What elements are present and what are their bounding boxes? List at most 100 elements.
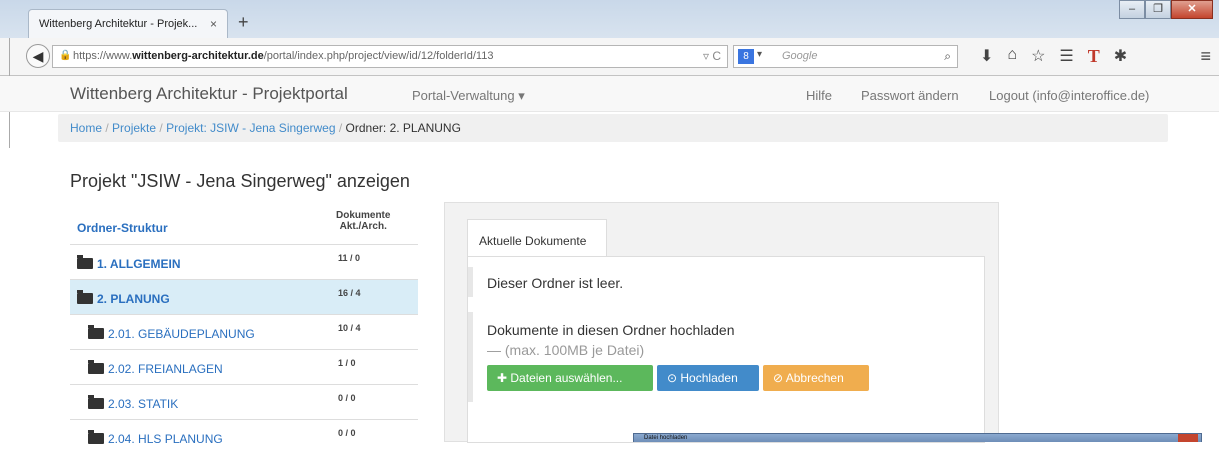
- folder-label-wrap: 2. PLANUNG: [77, 290, 170, 306]
- folder-count: 1 / 0: [338, 358, 356, 368]
- select-files-label: Dateien auswählen...: [510, 371, 623, 385]
- breadcrumb-sep: /: [338, 121, 343, 135]
- cancel-label: Abbrechen: [785, 371, 844, 385]
- folder-count: 10 / 4: [338, 323, 361, 333]
- folder-row[interactable]: 2.02. FREIANLAGEN 1 / 0: [70, 350, 418, 385]
- docs-header: Dokumente: [336, 210, 391, 221]
- search-icon[interactable]: ⌕: [944, 49, 951, 64]
- browser-navbar: ◀ 🔒 https://www.wittenberg-architektur.d…: [0, 38, 1219, 76]
- bookmarks-icon[interactable]: ☰: [1059, 46, 1073, 67]
- portal-admin-menu[interactable]: Portal-Verwaltung ▾: [412, 88, 525, 104]
- upload-title: Dokumente in diesen Ordner hochladen: [487, 322, 735, 338]
- tree-header-label: Ordner-Struktur: [77, 221, 168, 235]
- tab-current-documents[interactable]: Aktuelle Dokumente: [467, 219, 607, 257]
- url-bar[interactable]: 🔒 https://www.wittenberg-architektur.de/…: [52, 45, 728, 68]
- folder-closed-icon: [88, 430, 104, 444]
- lock-icon: 🔒: [59, 50, 72, 61]
- folder-count: 11 / 0: [338, 253, 361, 263]
- folder-row[interactable]: 2.03. STATIK 0 / 0: [70, 385, 418, 420]
- tree-header-docs: Dokumente Akt./Arch.: [336, 210, 390, 232]
- chevron-down-icon[interactable]: ▾: [757, 49, 762, 60]
- documents-content: Dieser Ordner ist leer. Dokumente in die…: [467, 256, 985, 443]
- plus-icon: ✚: [497, 371, 511, 385]
- folder-label-wrap: 1. ALLGEMEIN: [77, 255, 181, 271]
- portal-navbar: Wittenberg Architektur - Projektportal P…: [0, 76, 1219, 112]
- folder-label: 2.02. FREIANLAGEN: [108, 362, 223, 376]
- folder-label: 2.04. HLS PLANUNG: [108, 432, 223, 446]
- folder-row[interactable]: 2.04. HLS PLANUNG 0 / 0: [70, 420, 418, 455]
- browser-chrome: Wittenberg Architektur - Projek... × + ‒…: [0, 0, 1219, 76]
- upload-section: Dokumente in diesen Ordner hochladen — (…: [468, 312, 984, 402]
- dialog-title: Datei hochladen: [644, 435, 688, 441]
- upload-button[interactable]: ⊙ Hochladen: [657, 365, 759, 391]
- upload-buttons: ✚ Dateien auswählen... ⊙ Hochladen ⊘ Abb…: [487, 365, 984, 391]
- upload-circle-icon: ⊙: [667, 371, 681, 385]
- dialog-close-button[interactable]: [1178, 434, 1198, 442]
- cancel-button[interactable]: ⊘ Abbrechen: [763, 365, 869, 391]
- folder-count: 16 / 4: [338, 288, 361, 298]
- folder-label: 2. PLANUNG: [97, 292, 170, 306]
- select-files-button[interactable]: ✚ Dateien auswählen...: [487, 365, 653, 391]
- folder-row-selected[interactable]: 2. PLANUNG 16 / 4: [70, 280, 418, 315]
- empty-folder-notice: Dieser Ordner ist leer.: [468, 267, 984, 297]
- reload-icon[interactable]: ▿ C: [703, 49, 721, 63]
- documents-panel: Aktuelle Dokumente Dieser Ordner ist lee…: [444, 202, 999, 443]
- breadcrumb-home[interactable]: Home: [70, 121, 102, 135]
- minimize-button[interactable]: ‒: [1119, 0, 1145, 19]
- addon-icon[interactable]: ✱: [1114, 46, 1127, 67]
- folder-row[interactable]: 1. ALLGEMEIN 11 / 0: [70, 245, 418, 280]
- folder-count: 0 / 0: [338, 393, 356, 403]
- folder-label-wrap: 2.01. GEBÄUDEPLANUNG: [88, 325, 255, 341]
- folder-tree: Ordner-Struktur Dokumente Akt./Arch. 1. …: [70, 205, 418, 455]
- password-link[interactable]: Passwort ändern: [861, 88, 959, 103]
- url-path: /portal/index.php/project/view/id/12/fol…: [263, 50, 494, 62]
- folder-open-icon: [88, 360, 104, 374]
- window-controls: ‒ ❐ ✕: [1119, 0, 1213, 20]
- folder-label: 2.01. GEBÄUDEPLANUNG: [108, 327, 255, 341]
- back-button[interactable]: ◀: [26, 44, 50, 68]
- folder-label-wrap: 2.03. STATIK: [88, 395, 179, 411]
- home-icon[interactable]: ⌂: [1007, 46, 1017, 67]
- folder-row[interactable]: 2.01. GEBÄUDEPLANUNG 10 / 4: [70, 315, 418, 350]
- browser-tab[interactable]: Wittenberg Architektur - Projek... ×: [28, 9, 228, 38]
- page-title: Projekt "JSIW - Jena Singerweg" anzeigen: [70, 171, 410, 191]
- restore-button[interactable]: ❐: [1145, 0, 1171, 19]
- upload-label: Hochladen: [680, 371, 738, 385]
- new-tab-button[interactable]: +: [238, 12, 249, 33]
- addon-t-icon[interactable]: T: [1088, 46, 1100, 67]
- search-placeholder: Google: [782, 50, 818, 62]
- breadcrumb-sep: /: [105, 121, 109, 135]
- tab-close-icon[interactable]: ×: [210, 17, 217, 31]
- bookmark-star-icon[interactable]: ☆: [1031, 46, 1045, 67]
- toolbar-icons: ⬇ ⌂ ☆ ☰ T ✱: [980, 46, 1127, 67]
- portal-brand[interactable]: Wittenberg Architektur - Projektportal: [70, 84, 348, 104]
- upload-limit: — (max. 100MB je Datei): [487, 342, 645, 358]
- folder-label-wrap: 2.04. HLS PLANUNG: [88, 430, 223, 446]
- breadcrumb-projects[interactable]: Projekte: [112, 121, 156, 135]
- folder-count: 0 / 0: [338, 428, 356, 438]
- url-domain: wittenberg-architektur.de: [132, 50, 264, 62]
- folder-label: 1. ALLGEMEIN: [97, 257, 181, 271]
- folder-open-icon: [77, 290, 93, 304]
- breadcrumb: Home / Projekte / Projekt: JSIW - Jena S…: [58, 114, 1168, 142]
- folder-open-icon: [88, 325, 104, 339]
- menu-icon[interactable]: ≡: [1200, 46, 1211, 67]
- breadcrumb-current: Ordner: 2. PLANUNG: [345, 121, 461, 135]
- tab-title: Wittenberg Architektur - Projek...: [39, 18, 198, 30]
- logout-link[interactable]: Logout (info@interoffice.de): [989, 88, 1149, 103]
- upload-dialog-titlebar[interactable]: Datei hochladen: [633, 433, 1202, 442]
- folder-label-wrap: 2.02. FREIANLAGEN: [88, 360, 223, 376]
- cancel-icon: ⊘: [773, 371, 786, 385]
- help-link[interactable]: Hilfe: [806, 88, 832, 103]
- folder-open-icon: [77, 255, 93, 269]
- breadcrumb-project[interactable]: Projekt: JSIW - Jena Singerweg: [166, 121, 335, 135]
- tab-bar: Wittenberg Architektur - Projek... × + ‒…: [0, 0, 1219, 38]
- window-close-button[interactable]: ✕: [1171, 0, 1213, 19]
- folder-closed-icon: [88, 395, 104, 409]
- folder-label: 2.03. STATIK: [108, 397, 179, 411]
- google-icon: 8: [738, 49, 754, 64]
- download-icon[interactable]: ⬇: [980, 46, 993, 67]
- url-prefix: https://www.: [73, 50, 133, 62]
- docs-subheader: Akt./Arch.: [339, 221, 387, 232]
- search-input[interactable]: 8 ▾ Google ⌕: [733, 45, 958, 68]
